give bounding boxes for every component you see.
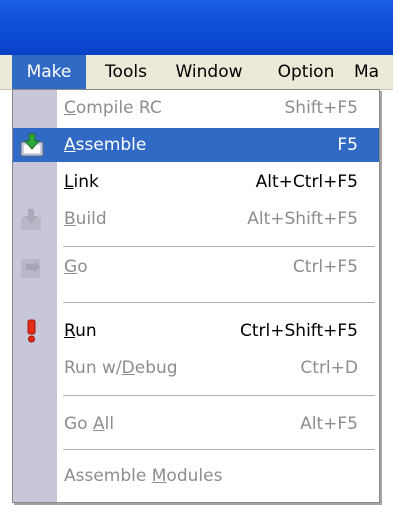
assemble-download-icon — [20, 133, 44, 157]
menu-item-build[interactable]: Build Alt+Shift+F5 — [13, 202, 379, 236]
menubar-item-tools[interactable]: Tools — [92, 55, 160, 89]
go-icon — [20, 255, 44, 279]
menu-item-shortcut: Shift+F5 — [284, 98, 358, 118]
menubar-item-more[interactable]: Ma — [354, 55, 393, 89]
window-title-bar[interactable] — [0, 0, 393, 55]
menu-item-shortcut: Ctrl+D — [300, 358, 358, 378]
menu-item-assemble[interactable]: Assemble F5 — [13, 128, 379, 162]
menu-item-run[interactable]: Run Ctrl+Shift+F5 — [13, 314, 379, 348]
menu-item-label: Assemble — [64, 135, 147, 155]
menu-item-label: Build — [64, 209, 107, 229]
menu-item-link[interactable]: Link Alt+Ctrl+F5 — [13, 165, 379, 199]
menu-item-label: Go — [64, 257, 88, 277]
menu-item-go[interactable]: Go Ctrl+F5 — [13, 250, 379, 284]
menu-separator — [63, 449, 375, 450]
menu-item-assemble-modules[interactable]: Assemble Modules — [13, 459, 379, 493]
menu-item-run-with-debug[interactable]: Run w/Debug Ctrl+D — [13, 351, 379, 385]
menu-item-shortcut: Ctrl+F5 — [292, 257, 358, 277]
menu-item-compile-rc[interactable]: Compile RC Shift+F5 — [13, 91, 379, 125]
menu-separator — [63, 302, 375, 303]
menu-item-label: Run w/Debug — [64, 358, 178, 378]
menu-item-label: Link — [64, 172, 99, 192]
menubar-item-make[interactable]: Make — [12, 55, 86, 89]
menu-item-label: Assemble Modules — [64, 466, 223, 486]
menubar-item-window[interactable]: Window — [160, 55, 258, 89]
menu-item-go-all[interactable]: Go All Alt+F5 — [13, 407, 379, 441]
build-icon — [20, 207, 44, 231]
menu-item-label: Go All — [64, 414, 115, 434]
menu-item-label: Compile RC — [64, 98, 162, 118]
menu-item-shortcut: Alt+F5 — [300, 414, 358, 434]
menu-item-shortcut: Alt+Ctrl+F5 — [255, 172, 358, 192]
exclamation-icon — [20, 319, 44, 343]
menubar-item-option[interactable]: Option — [262, 55, 350, 89]
make-dropdown-menu: Compile RC Shift+F5 Assemble F5 Link Alt… — [12, 89, 380, 503]
menu-item-shortcut: Ctrl+Shift+F5 — [240, 321, 358, 341]
menu-item-shortcut: F5 — [337, 135, 358, 155]
menu-item-shortcut: Alt+Shift+F5 — [247, 209, 358, 229]
menu-separator — [63, 246, 375, 247]
menu-item-label: Run — [64, 321, 97, 341]
menu-bar: Make Tools Window Option Ma — [0, 55, 393, 90]
menu-separator — [63, 395, 375, 396]
